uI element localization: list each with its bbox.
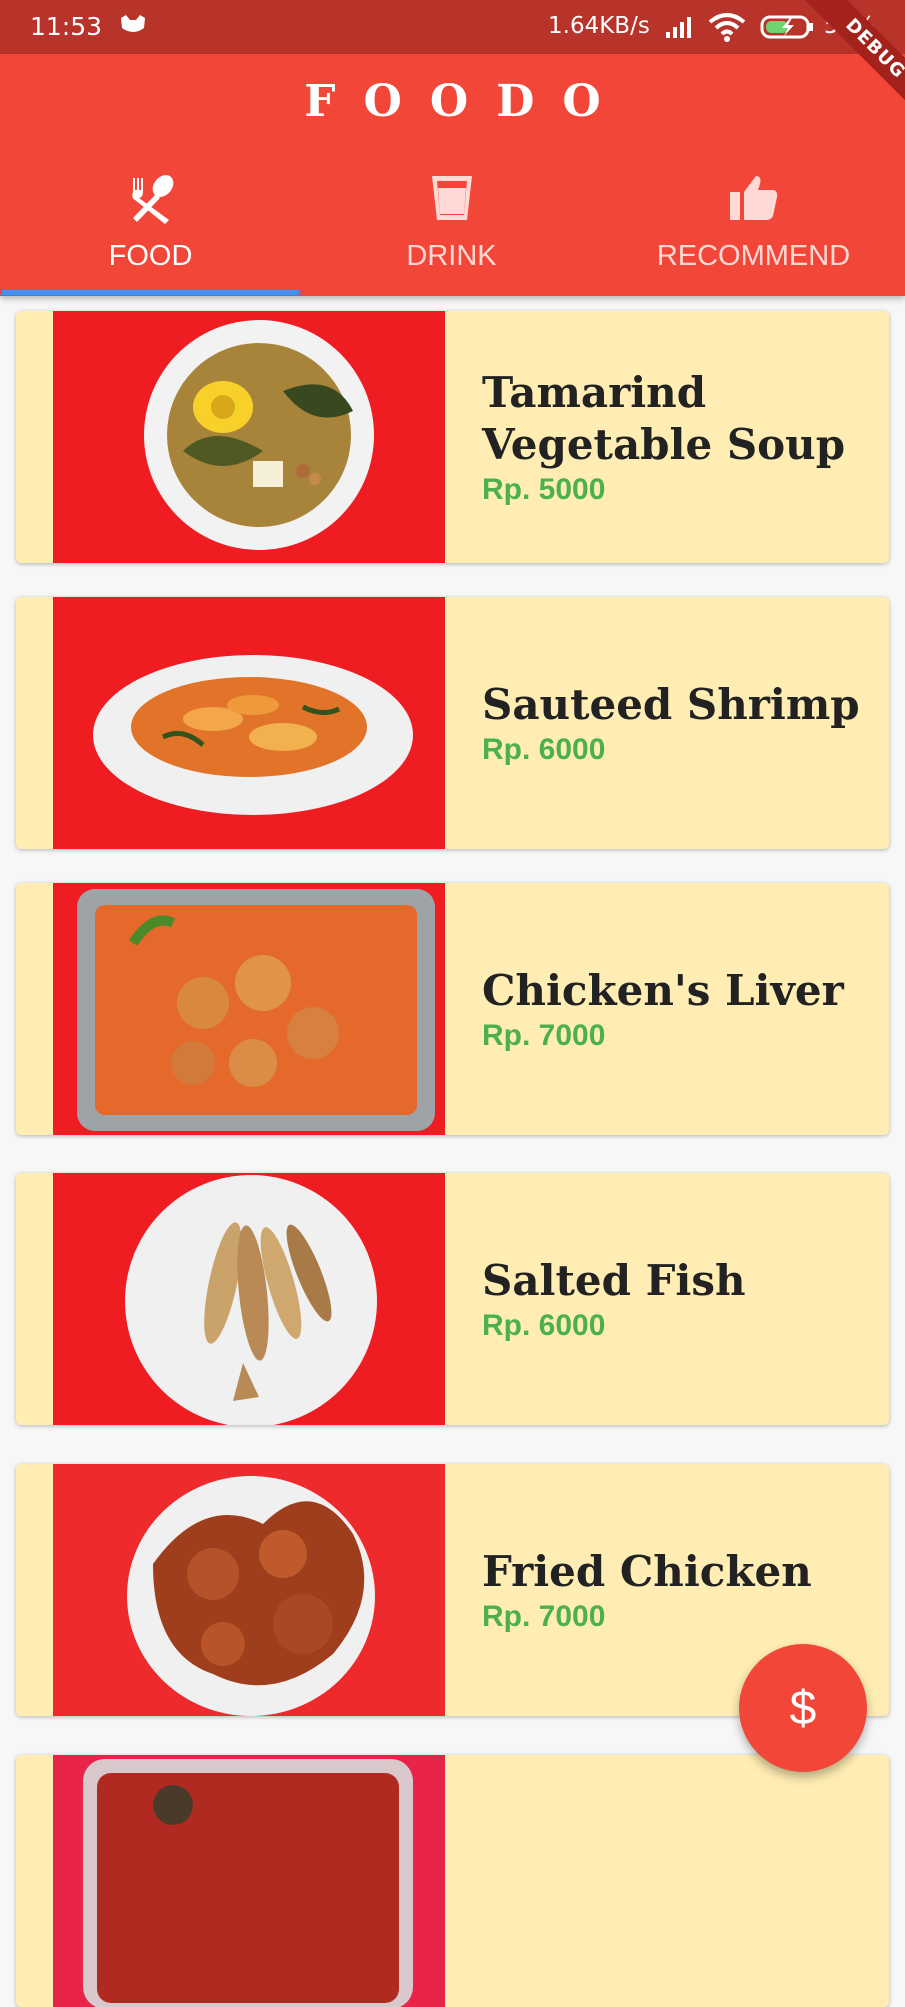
food-name: Salted Fish	[482, 1256, 746, 1305]
dollar-icon: $	[789, 1681, 817, 1735]
tab-indicator	[2, 290, 299, 295]
status-time: 11:53	[30, 12, 103, 41]
food-image-partial	[53, 1755, 445, 2007]
food-name: Sauteed Shrimp	[482, 680, 860, 729]
tab-drink-label: DRINK	[406, 240, 497, 272]
checkout-fab-button[interactable]: $	[739, 1644, 867, 1772]
food-name: Chicken's Liver	[482, 966, 844, 1015]
food-image-soup	[53, 311, 445, 563]
notification-cat-icon	[121, 15, 145, 32]
food-info: Tamarind Vegetable Soup Rp. 5000	[482, 311, 869, 563]
tab-food-label: FOOD	[108, 240, 193, 272]
food-image-shrimp	[53, 597, 445, 849]
food-card[interactable]: Chicken's Liver Rp. 7000	[16, 883, 889, 1135]
food-price: Rp. 6000	[482, 733, 606, 766]
food-price: Rp. 6000	[482, 1309, 606, 1342]
food-name: Fried Chicken	[482, 1547, 812, 1596]
food-image-chicken	[53, 1464, 445, 1716]
tab-food[interactable]: FOOD	[0, 172, 301, 296]
food-info: Sauteed Shrimp Rp. 6000	[482, 597, 869, 849]
food-info: Salted Fish Rp. 6000	[482, 1173, 869, 1425]
tab-drink[interactable]: DRINK	[301, 172, 602, 296]
food-price: Rp. 5000	[482, 473, 606, 506]
food-info	[482, 1755, 869, 2007]
food-card[interactable]: Sauteed Shrimp Rp. 6000	[16, 597, 889, 849]
status-bar: 11:53 1.64KB/s 58%	[0, 0, 905, 54]
food-card[interactable]	[16, 1755, 889, 2007]
wifi-icon	[708, 13, 746, 42]
network-speed: 1.64KB/s	[548, 13, 650, 39]
signal-icon	[666, 17, 691, 38]
battery-charging-icon	[760, 15, 813, 39]
food-info: Chicken's Liver Rp. 7000	[482, 883, 869, 1135]
food-price: Rp. 7000	[482, 1600, 606, 1633]
food-card[interactable]: Tamarind Vegetable Soup Rp. 5000	[16, 311, 889, 563]
app-bar: FOODO FOOD DRINK RECOMMEND	[0, 54, 905, 296]
fork-spoon-icon	[131, 175, 173, 224]
thumbs-up-icon	[729, 176, 777, 220]
food-card[interactable]: Salted Fish Rp. 6000	[16, 1173, 889, 1425]
cup-icon	[431, 176, 472, 220]
tab-recommend-label: RECOMMEND	[656, 240, 851, 272]
app-title: FOODO	[304, 76, 629, 127]
food-price: Rp. 7000	[482, 1019, 606, 1052]
tab-recommend[interactable]: RECOMMEND	[603, 172, 904, 296]
food-image-fish	[53, 1173, 445, 1425]
food-image-liver	[53, 883, 445, 1135]
food-name: Tamarind Vegetable Soup	[482, 368, 846, 469]
